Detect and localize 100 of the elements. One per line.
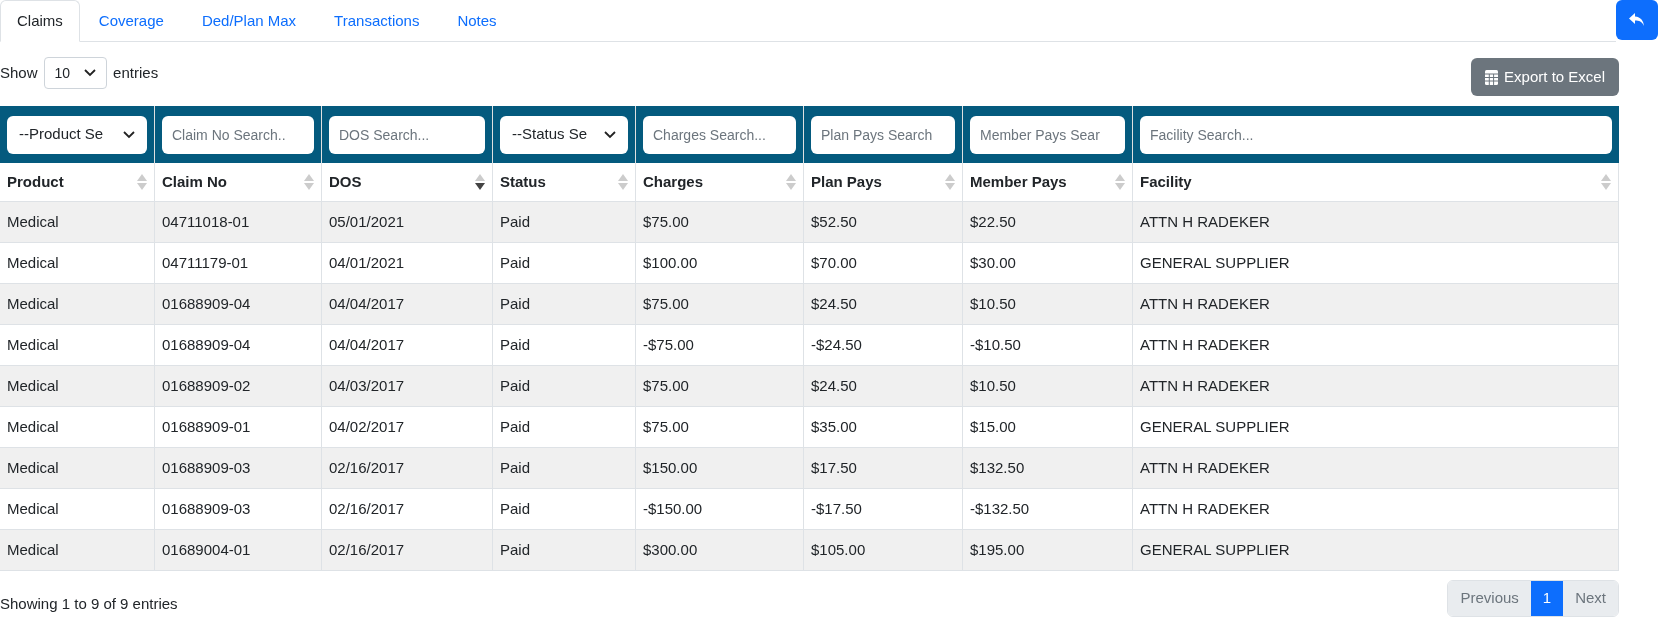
table-cell-text: Paid bbox=[500, 375, 531, 396]
table-cell-text: -$132.50 bbox=[970, 498, 1030, 519]
table-cell-text: 04711018-01 bbox=[162, 211, 250, 232]
table-cell-text: Paid bbox=[500, 293, 531, 314]
table-cell-text: Paid bbox=[500, 211, 531, 232]
table-cell-text: $105.00 bbox=[811, 539, 866, 560]
table-cell-text: Medical bbox=[7, 457, 59, 478]
reply-arrow-icon bbox=[1629, 13, 1646, 27]
chevron-down-icon bbox=[604, 130, 616, 139]
filter-select[interactable]: --Status Se bbox=[500, 115, 628, 154]
table-cell-text: ATTN H RADEKER bbox=[1140, 457, 1270, 478]
table-cell-text: GENERAL SUPPLIER bbox=[1140, 252, 1290, 273]
table-cell-text: ATTN H RADEKER bbox=[1140, 334, 1270, 355]
table-cell-text: Paid bbox=[500, 334, 531, 355]
pagination-button[interactable]: Next bbox=[1563, 581, 1618, 616]
tab[interactable]: Ded/Plan Max bbox=[182, 0, 316, 42]
chevron-down-icon bbox=[123, 130, 135, 139]
table-cell-text: Medical bbox=[7, 252, 59, 273]
table-cell-text: $24.50 bbox=[811, 375, 857, 396]
table-cell-text: 04711179-01 bbox=[162, 252, 249, 273]
tab[interactable]: Transactions bbox=[315, 0, 439, 42]
table-cell-text: -$150.00 bbox=[643, 498, 703, 519]
table-cell-text: Medical bbox=[7, 498, 59, 519]
table-cell-text: Medical bbox=[7, 539, 59, 560]
table-cell-text: $70.00 bbox=[811, 252, 857, 273]
tab[interactable]: Notes bbox=[438, 0, 516, 42]
filter-select[interactable]: --Product Se bbox=[7, 115, 147, 154]
export-button[interactable]: Export to Excel bbox=[1471, 58, 1619, 96]
table-cell-text: $75.00 bbox=[643, 293, 689, 314]
chevron-down-icon bbox=[84, 69, 97, 77]
table-cell-text: $24.50 bbox=[811, 293, 857, 314]
table-cell-text: $52.50 bbox=[811, 211, 857, 232]
column-header[interactable]: Product bbox=[7, 170, 64, 194]
sort-icon[interactable] bbox=[475, 174, 485, 190]
table-cell-text: $22.50 bbox=[970, 211, 1016, 232]
table-cell-text: $195.00 bbox=[970, 539, 1025, 560]
table-cell-text: Medical bbox=[7, 375, 59, 396]
table-cell-text: $15.00 bbox=[970, 416, 1016, 437]
table-cell-text: Paid bbox=[500, 457, 531, 478]
filter-input[interactable]: Claim No Search.. bbox=[162, 115, 314, 154]
table-info: Showing 1 to 9 of 9 entries bbox=[0, 594, 178, 615]
table-cell-text: $75.00 bbox=[643, 375, 689, 396]
table-cell-text: ATTN H RADEKER bbox=[1140, 375, 1270, 396]
table-cell-text: $17.50 bbox=[811, 457, 857, 478]
column-header[interactable]: DOS bbox=[329, 170, 362, 194]
filter-input[interactable]: Facility Search... bbox=[1140, 115, 1612, 154]
table-cell-text: 01688909-03 bbox=[162, 498, 251, 519]
table-cell-text: -$17.50 bbox=[811, 498, 862, 519]
table-cell-text: 01688909-01 bbox=[162, 416, 251, 437]
table-cell-text: 01689004-01 bbox=[162, 539, 251, 560]
pagination-button[interactable]: Previous bbox=[1448, 581, 1531, 616]
table-cell-text: 05/01/2021 bbox=[329, 211, 405, 232]
table-cell-text: ATTN H RADEKER bbox=[1140, 498, 1270, 519]
column-header[interactable]: Plan Pays bbox=[811, 170, 882, 194]
table-cell-text: $10.50 bbox=[970, 375, 1016, 396]
entries-select[interactable]: 10 bbox=[43, 57, 108, 89]
table-cell-text: 04/04/2017 bbox=[329, 334, 405, 355]
table-cell-text: Medical bbox=[7, 416, 59, 437]
filter-input[interactable]: Charges Search... bbox=[643, 115, 796, 154]
table-cell-text: Paid bbox=[500, 539, 531, 560]
table-cell-text: Paid bbox=[500, 498, 531, 519]
table-cell-text: -$10.50 bbox=[970, 334, 1021, 355]
entries-label: entries bbox=[113, 62, 159, 83]
table-cell-text: $75.00 bbox=[643, 416, 689, 437]
table-cell-text: Paid bbox=[500, 252, 531, 273]
table-cell-text: Medical bbox=[7, 334, 59, 355]
table-cell-text: 01688909-03 bbox=[162, 457, 251, 478]
table-cell-text: 01688909-04 bbox=[162, 293, 251, 314]
filter-input[interactable]: DOS Search... bbox=[329, 115, 485, 154]
table-cell-text: ATTN H RADEKER bbox=[1140, 211, 1270, 232]
table-cell-text: 04/02/2017 bbox=[329, 416, 405, 437]
table-cell-text: 01688909-02 bbox=[162, 375, 251, 396]
table-cell-text: 04/03/2017 bbox=[329, 375, 405, 396]
column-header[interactable]: Member Pays bbox=[970, 170, 1067, 194]
column-header[interactable]: Claim No bbox=[162, 170, 227, 194]
pagination-button[interactable]: 1 bbox=[1530, 581, 1564, 616]
column-header[interactable]: Charges bbox=[643, 170, 704, 194]
tab[interactable]: Coverage bbox=[79, 0, 183, 42]
tab[interactable]: Claims bbox=[0, 0, 80, 42]
table-cell-text: GENERAL SUPPLIER bbox=[1140, 539, 1290, 560]
table-cell-text: $30.00 bbox=[970, 252, 1016, 273]
spreadsheet-icon bbox=[1485, 69, 1499, 85]
back-button[interactable] bbox=[1616, 0, 1658, 40]
table-cell-text: 04/01/2021 bbox=[329, 252, 405, 273]
filter-input[interactable]: Member Pays Sear bbox=[970, 115, 1125, 154]
table-cell-text: GENERAL SUPPLIER bbox=[1140, 416, 1290, 437]
table-cell-text: Medical bbox=[7, 211, 59, 232]
column-header[interactable]: Status bbox=[500, 170, 546, 194]
table-cell-text: ATTN H RADEKER bbox=[1140, 293, 1270, 314]
table-cell-text: $300.00 bbox=[643, 539, 698, 560]
table-cell-text: $132.50 bbox=[970, 457, 1025, 478]
filter-input[interactable]: Plan Pays Search bbox=[811, 115, 955, 154]
table-cell-text: 02/16/2017 bbox=[329, 498, 405, 519]
table-cell-text: $35.00 bbox=[811, 416, 857, 437]
table-cell-text: 02/16/2017 bbox=[329, 457, 405, 478]
column-header[interactable]: Facility bbox=[1140, 170, 1192, 194]
table-cell-text: -$75.00 bbox=[643, 334, 694, 355]
table-cell-text: Paid bbox=[500, 416, 531, 437]
show-label: Show bbox=[0, 62, 38, 83]
table-cell-text: $150.00 bbox=[643, 457, 698, 478]
